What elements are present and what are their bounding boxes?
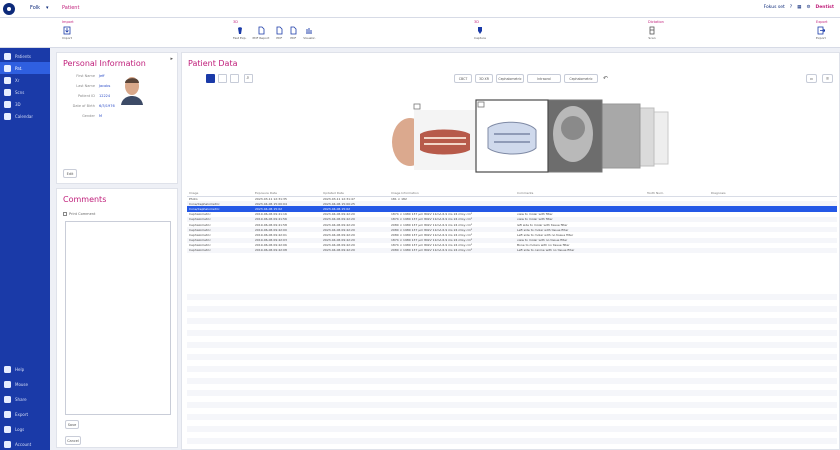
ribbon-group-export: Export Export: [816, 20, 828, 40]
scanner-icon: [649, 26, 655, 35]
visualize-button[interactable]: Visualiz.: [303, 26, 316, 40]
patient-photo: [119, 73, 145, 105]
nav-item-share[interactable]: Share: [0, 393, 50, 405]
pdf-button[interactable]: PDF: [275, 26, 283, 40]
scan-icon: [4, 88, 11, 96]
export-icon: [817, 26, 825, 35]
status-text: Fokus set: [763, 5, 785, 10]
nav-item-3d[interactable]: 3D: [0, 98, 50, 110]
visualize-icon: [306, 28, 313, 34]
nav-item-patients[interactable]: Patients: [0, 50, 50, 62]
nav-item-help[interactable]: Help: [0, 363, 50, 375]
thumbnail-view-button[interactable]: [206, 74, 215, 83]
mouse-icon: [4, 380, 11, 388]
pdf-button-2[interactable]: PDF: [289, 26, 297, 40]
comments-panel: Comments Print Comment Save Cancel: [56, 188, 178, 448]
cube-icon: [4, 100, 11, 108]
personal-information-panel: Personal Information ▸ First Name Jeff La…: [56, 52, 178, 184]
export-tooth-icon: [237, 27, 242, 34]
nav-item-account[interactable]: Account: [0, 438, 50, 450]
patient-data-title: Patient Data: [188, 59, 238, 68]
ribbon-group-capture: 3D Capture: [474, 20, 486, 40]
edit-button[interactable]: Edit: [63, 169, 77, 178]
logs-icon: [4, 425, 11, 433]
import-button[interactable]: Import: [62, 26, 72, 40]
checkbox[interactable]: [63, 212, 67, 216]
help-icon: [4, 365, 11, 373]
calendar-icon: [4, 112, 11, 120]
export-button[interactable]: Export: [816, 26, 826, 40]
filter-cephalometric[interactable]: Cephalometric: [496, 74, 524, 83]
chevron-down-icon[interactable]: ▾: [46, 5, 49, 11]
field-last-name: Last Name Jacobs: [76, 84, 111, 88]
print-comment-option[interactable]: Print Comment: [63, 212, 95, 216]
comment-textarea[interactable]: [65, 221, 171, 415]
capture-button[interactable]: Capture: [474, 26, 486, 40]
pdf-icon: [290, 26, 297, 35]
module-title: Patient: [62, 5, 80, 11]
fast-export-button[interactable]: Fast Exp.: [233, 26, 247, 40]
pdf-icon: [276, 26, 283, 35]
field-gender: Gender M: [82, 114, 103, 118]
scan-button[interactable]: Scan: [648, 26, 656, 40]
import-icon: [63, 26, 71, 35]
title-bar: Folk ▾ Patient Fokus set ? ▦ ⚙ Dentist: [0, 0, 840, 18]
nav-item-patient[interactable]: Pat.: [0, 62, 50, 74]
patients-icon: [4, 52, 11, 60]
export-icon: [4, 410, 11, 418]
save-button[interactable]: Save: [65, 420, 79, 429]
search-icon: ⌕: [246, 75, 250, 81]
collapse-icon[interactable]: ▸: [170, 56, 173, 62]
settings-icon[interactable]: ⚙: [806, 5, 810, 10]
nav-item-mouse[interactable]: Mouse: [0, 378, 50, 390]
grid-icon[interactable]: ▦: [797, 5, 801, 10]
left-navigation: Patients Pat. Xr Scns 3D Calendar Help M…: [0, 48, 50, 450]
field-first-name: First Name Jeff: [76, 74, 105, 78]
nav-item-export[interactable]: Export: [0, 408, 50, 420]
filter-3dxr[interactable]: 3D XR: [475, 74, 493, 83]
zoom-button[interactable]: ⊡: [806, 74, 817, 83]
image-carousel[interactable]: [384, 98, 674, 174]
user-name[interactable]: Dentist: [815, 5, 834, 10]
ribbon-group-dictation: Dictation Scan: [648, 20, 664, 40]
ribbon-group-3d: 3D Fast Exp. PDF Report PDF PDF Visualiz…: [233, 20, 316, 40]
filter-cephalometric-2[interactable]: Cephalometric: [564, 74, 598, 83]
filter-cbct[interactable]: CBCT: [454, 74, 472, 83]
pdf-icon: [258, 26, 265, 35]
patient-data-table: Image Exposure Date Updated Date Image I…: [187, 190, 837, 254]
undo-icon[interactable]: ↶: [603, 75, 608, 82]
table-row[interactable]: Cephalometric 2019-06-06 09:42:08 2023-04-…: [187, 247, 837, 254]
cancel-button[interactable]: Cancel: [65, 436, 81, 445]
search-button[interactable]: ⌕: [244, 74, 253, 83]
grid-view-button[interactable]: [230, 74, 239, 83]
comments-title: Comments: [63, 195, 107, 204]
settings-button[interactable]: ☰: [822, 74, 833, 83]
ribbon-group-import: Import Import: [62, 20, 74, 40]
table-empty-area: [187, 288, 837, 448]
personal-information-title: Personal Information: [63, 59, 146, 68]
help-icon[interactable]: ?: [790, 5, 792, 10]
xray-icon: [4, 76, 11, 84]
filter-intraoral[interactable]: Intraoral: [527, 74, 561, 83]
field-patient-id: Patient ID 12224: [77, 94, 111, 98]
nav-item-xray[interactable]: Xr: [0, 74, 50, 86]
person-icon: [4, 64, 11, 72]
ribbon-toolbar: Import Import 3D Fast Exp. PDF Report PD…: [0, 18, 840, 48]
nav-item-logs[interactable]: Logs: [0, 423, 50, 435]
nav-item-calendar[interactable]: Calendar: [0, 110, 50, 122]
field-date-of-birth: Date of Birth 6/3/1976: [72, 104, 115, 108]
capture-icon: [477, 27, 482, 34]
account-icon: [4, 440, 11, 448]
nav-item-scans[interactable]: Scns: [0, 86, 50, 98]
share-icon: [4, 395, 11, 403]
app-logo-icon: [3, 3, 15, 15]
pdf-report-button[interactable]: PDF Report: [253, 26, 269, 40]
list-view-button[interactable]: [218, 74, 227, 83]
app-menu[interactable]: Folk: [30, 5, 40, 11]
